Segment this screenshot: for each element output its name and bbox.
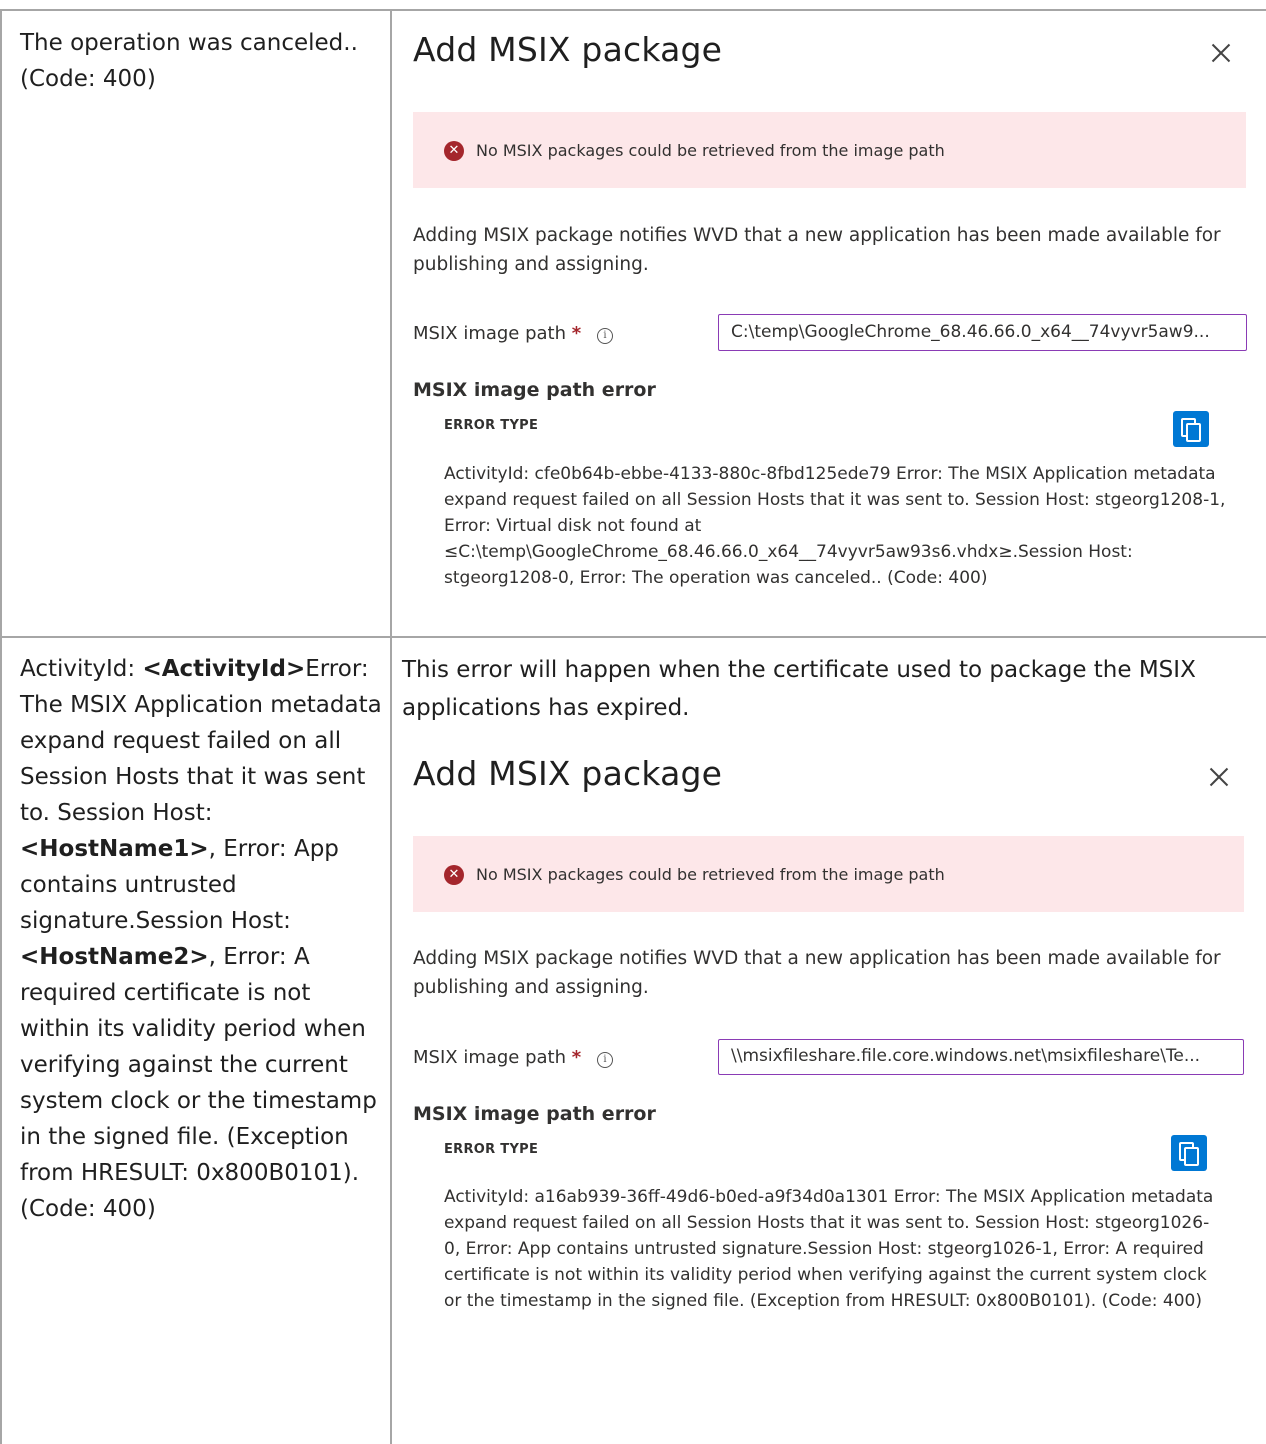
copy-button[interactable] xyxy=(1173,411,1209,447)
panel-title: Add MSIX package xyxy=(413,754,723,793)
image-path-input[interactable]: C:\temp\GoogleChrome_68.46.66.0_x64__74v… xyxy=(718,314,1247,351)
error-banner: ✕ No MSIX packages could be retrieved fr… xyxy=(413,112,1246,188)
copy-icon-front xyxy=(1184,1147,1199,1166)
table-top-border xyxy=(0,9,1266,11)
error-circle-icon: ✕ xyxy=(444,141,464,161)
copy-icon-front xyxy=(1186,423,1201,442)
close-icon[interactable] xyxy=(1209,767,1229,787)
image-path-input[interactable]: \\msixfileshare.file.core.windows.net\ms… xyxy=(718,1039,1244,1075)
document-table: The operation was canceled.. (Code: 400)… xyxy=(0,0,1266,1444)
info-icon[interactable]: i xyxy=(596,328,613,344)
error-details-text: ActivityId: cfe0b64b-ebbe-4133-880c-8fbd… xyxy=(444,464,1226,588)
info-icon[interactable]: i xyxy=(596,1052,613,1068)
error-type-label: ERROR TYPE xyxy=(444,418,539,433)
row2-text-part: ActivityId: xyxy=(20,656,143,682)
image-path-label: MSIX image path * i xyxy=(413,1047,613,1068)
image-path-value: \\msixfileshare.file.core.windows.net\ms… xyxy=(731,1046,1201,1066)
image-path-label-text: MSIX image path xyxy=(413,1047,567,1068)
checkmark-icon: ✓ xyxy=(1222,349,1236,350)
panel-description: Adding MSIX package notifies WVD that a … xyxy=(413,225,1221,275)
close-icon[interactable] xyxy=(1211,43,1231,63)
image-path-error-heading: MSIX image path error xyxy=(413,379,656,401)
panel-description: Adding MSIX package notifies WVD that a … xyxy=(413,948,1221,998)
table-column-divider xyxy=(390,9,392,1444)
checkmark-icon: ✓ xyxy=(1219,1073,1233,1074)
error-banner-text: No MSIX packages could be retrieved from… xyxy=(476,865,945,884)
hostname1-placeholder: <HostName1> xyxy=(20,836,209,862)
image-path-error-heading: MSIX image path error xyxy=(413,1103,656,1125)
row2-description-cell: ActivityId: <ActivityId>Error: The MSIX … xyxy=(20,651,382,1227)
row2-intro-text: This error will happen when the certific… xyxy=(402,657,1196,721)
copy-button[interactable] xyxy=(1171,1135,1207,1171)
image-path-value: C:\temp\GoogleChrome_68.46.66.0_x64__74v… xyxy=(731,322,1210,342)
image-path-label-text: MSIX image path xyxy=(413,323,567,344)
error-type-label: ERROR TYPE xyxy=(444,1142,539,1157)
table-left-border xyxy=(0,9,2,1444)
image-path-label: MSIX image path * i xyxy=(413,323,613,344)
table-row-divider xyxy=(0,636,1266,638)
row1-description-cell: The operation was canceled.. (Code: 400) xyxy=(20,30,358,92)
required-mark: * xyxy=(571,323,582,344)
hostname2-placeholder: <HostName2> xyxy=(20,944,209,970)
panel-title: Add MSIX package xyxy=(413,30,723,69)
error-banner: ✕ No MSIX packages could be retrieved fr… xyxy=(413,836,1244,912)
error-circle-icon: ✕ xyxy=(444,865,464,885)
row2-text-part: , Error: A required certificate is not w… xyxy=(20,944,377,1222)
activity-id-placeholder: <ActivityId> xyxy=(142,656,306,682)
error-banner-text: No MSIX packages could be retrieved from… xyxy=(476,141,945,160)
error-details-text: ActivityId: a16ab939-36ff-49d6-b0ed-a9f3… xyxy=(444,1187,1214,1311)
required-mark: * xyxy=(571,1047,582,1068)
